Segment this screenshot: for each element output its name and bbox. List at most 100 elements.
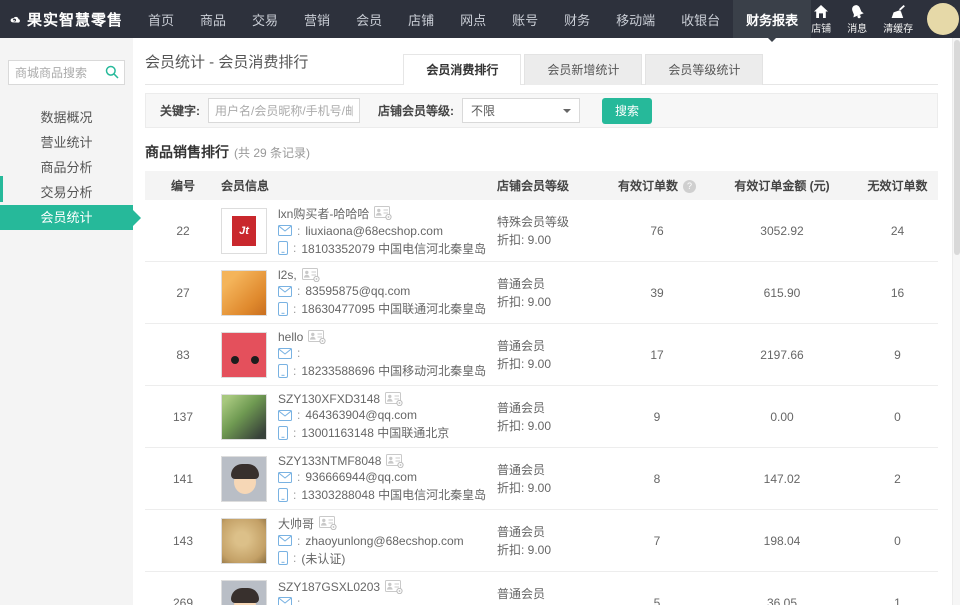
- member-avatar[interactable]: [221, 394, 267, 440]
- valid-amount: 615.90: [707, 286, 857, 300]
- table-body: 22 Jt lxn购买者-哈哈哈 : liuxiaona@68ecshop.co…: [145, 200, 938, 605]
- id-card-icon[interactable]: [302, 268, 320, 282]
- member-level-selected-value: 不限: [471, 102, 495, 119]
- tab[interactable]: 会员消费排行: [403, 54, 521, 85]
- message-label: 消息: [847, 20, 867, 35]
- store-button[interactable]: 店铺: [811, 4, 831, 35]
- message-bell-icon: [847, 1, 867, 21]
- clear-cache-button[interactable]: 清缓存: [883, 4, 913, 35]
- member-level-cell: 普通会员 折扣: 9.00: [497, 275, 607, 311]
- id-card-icon[interactable]: [319, 516, 337, 530]
- brand-logo[interactable]: 果实智慧零售: [0, 0, 135, 38]
- nav-item[interactable]: 账号: [499, 0, 551, 38]
- keyword-input[interactable]: [208, 98, 360, 123]
- store-label: 店铺: [811, 20, 831, 35]
- member-email: zhaoyunlong@68ecshop.com: [305, 534, 463, 548]
- sidebar-item[interactable]: 会员统计: [0, 205, 133, 230]
- phone-icon: [278, 551, 288, 565]
- nav-item[interactable]: 店铺: [395, 0, 447, 38]
- member-level-cell: 特殊会员等级 折扣: 9.00: [497, 213, 607, 249]
- member-discount: 折扣: 9.00: [497, 479, 607, 497]
- scrollbar-thumb[interactable]: [954, 40, 960, 255]
- nav-item[interactable]: 网点: [447, 0, 499, 38]
- page-title: 会员统计 - 会员消费排行: [145, 51, 308, 72]
- nav-item[interactable]: 财务: [551, 0, 603, 38]
- phone-icon: [278, 302, 288, 316]
- member-avatar[interactable]: [221, 580, 267, 605]
- id-card-icon[interactable]: [385, 392, 403, 406]
- store-icon: [813, 4, 829, 19]
- search-button[interactable]: 搜索: [602, 98, 652, 124]
- email-icon: [278, 286, 292, 297]
- sidebar-menu: 数据概况 营业统计 商品分析 交易分析 会员统计: [0, 105, 133, 230]
- member-level-select[interactable]: 不限: [462, 98, 580, 123]
- email-icon: [278, 597, 292, 605]
- sidebar: 数据概况 营业统计 商品分析 交易分析 会员统计: [0, 38, 133, 605]
- member-discount: 折扣: 9.00: [497, 541, 607, 559]
- sidebar-item[interactable]: 数据概况: [0, 105, 133, 130]
- member-level-cell: 普通会员 折扣: 9.00: [497, 399, 607, 435]
- message-button[interactable]: 消息: [847, 4, 867, 35]
- phone-icon: [278, 241, 288, 255]
- id-card-icon[interactable]: [386, 454, 404, 468]
- member-avatar[interactable]: [221, 456, 267, 502]
- member-phone: 18630477095 中国联通河北秦皇岛: [301, 300, 486, 317]
- member-meta: 大帅哥 : zhaoyunlong@68ecshop.com : (未认证): [278, 515, 464, 567]
- tab[interactable]: 会员新增统计: [524, 54, 642, 85]
- sidebar-item[interactable]: 交易分析: [0, 180, 133, 205]
- user-avatar[interactable]: [927, 3, 959, 35]
- member-avatar[interactable]: [221, 270, 267, 316]
- sidebar-item[interactable]: 营业统计: [0, 130, 133, 155]
- main-nav: 首页 商品 交易 营销 会员 店铺 网点 账号 财务 移动端 收银台 财务报表: [135, 0, 811, 38]
- table-row: 83 hello : : 18233588696 中国移动河北秦皇岛: [145, 324, 938, 386]
- member-discount: 折扣: 9.00: [497, 293, 607, 311]
- cloud-logo-icon: [10, 9, 20, 30]
- member-avatar[interactable]: [221, 518, 267, 564]
- member-name: hello: [278, 330, 303, 344]
- invalid-orders: 9: [857, 348, 938, 362]
- member-meta: hello : : 18233588696 中国移动河北秦皇岛: [278, 330, 486, 379]
- invalid-orders: 0: [857, 534, 938, 548]
- valid-amount: 198.04: [707, 534, 857, 548]
- member-level-cell: 普通会员 折扣: 9.00: [497, 337, 607, 373]
- valid-amount: 3052.92: [707, 224, 857, 238]
- nav-item[interactable]: 商品: [187, 0, 239, 38]
- tab[interactable]: 会员等级统计: [645, 54, 763, 85]
- search-icon[interactable]: [105, 65, 119, 79]
- nav-item[interactable]: 收银台: [668, 0, 733, 38]
- member-level-cell: 普通会员 折扣: 9.00: [497, 461, 607, 497]
- member-phone: 13001163148 中国联通北京: [301, 424, 449, 441]
- nav-item[interactable]: 交易: [239, 0, 291, 38]
- sidebar-search: [8, 60, 125, 85]
- invalid-orders: 2: [857, 472, 938, 486]
- id-card-icon[interactable]: [385, 580, 403, 594]
- member-avatar[interactable]: Jt: [221, 208, 267, 254]
- nav-item[interactable]: 营销: [291, 0, 343, 38]
- nav-item[interactable]: 财务报表: [733, 0, 811, 38]
- nav-item[interactable]: 首页: [135, 0, 187, 38]
- help-icon[interactable]: [683, 180, 696, 193]
- id-card-icon[interactable]: [374, 206, 392, 220]
- phone-icon: [278, 488, 288, 502]
- invalid-orders: 24: [857, 224, 938, 238]
- member-level-label: 店铺会员等级:: [378, 102, 454, 119]
- nav-item[interactable]: 会员: [343, 0, 395, 38]
- member-info-cell: 大帅哥 : zhaoyunlong@68ecshop.com : (未认证): [221, 515, 497, 567]
- valid-orders: 76: [607, 224, 707, 238]
- nav-item[interactable]: 移动端: [603, 0, 668, 38]
- member-ranking-table: 编号 会员信息 店铺会员等级 有效订单数 有效订单金额 (元) 无效订单数 22…: [145, 171, 938, 605]
- id-card-icon[interactable]: [308, 330, 326, 344]
- email-icon: [278, 535, 292, 546]
- member-name: l2s,: [278, 268, 297, 282]
- member-level: 普通会员: [497, 337, 607, 355]
- clear-cache-label: 清缓存: [883, 20, 913, 35]
- member-email: 936666944@qq.com: [305, 470, 417, 484]
- member-avatar[interactable]: [221, 332, 267, 378]
- member-phone: 13303288048 中国电信河北秦皇岛: [301, 486, 486, 503]
- sidebar-item[interactable]: 商品分析: [0, 155, 133, 180]
- member-phone: (未认证): [301, 550, 345, 567]
- member-phone: 18233588696 中国移动河北秦皇岛: [301, 362, 486, 379]
- phone-icon: [278, 426, 288, 440]
- valid-amount: 0.00: [707, 410, 857, 424]
- table-row: 137 SZY130XFXD3148 : 464363904@qq.com : …: [145, 386, 938, 448]
